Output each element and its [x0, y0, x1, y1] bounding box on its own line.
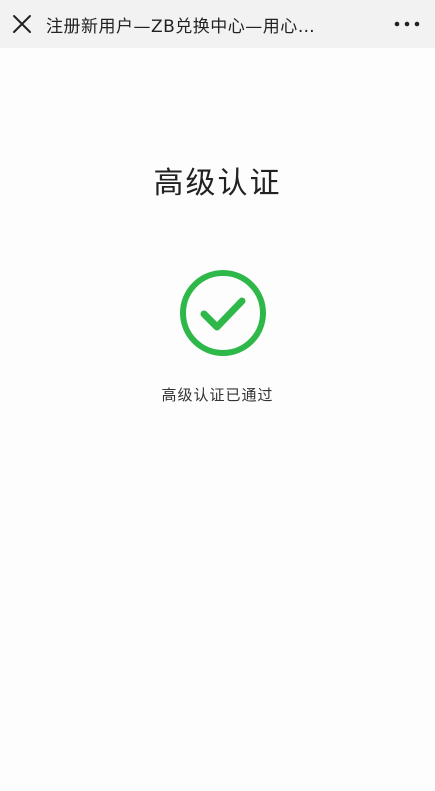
- top-navigation-bar: 注册新用户—ZB兑换中心—用心…: [0, 0, 435, 48]
- more-button[interactable]: [379, 0, 435, 48]
- check-circle-icon: [180, 270, 266, 356]
- page-title: 注册新用户—ZB兑换中心—用心…: [46, 16, 316, 37]
- more-horizontal-icon: [394, 21, 420, 27]
- status-message: 高级认证已通过: [161, 386, 274, 404]
- success-indicator: [178, 268, 268, 358]
- close-icon: [13, 15, 31, 33]
- verification-heading: 高级认证: [153, 166, 282, 201]
- close-button[interactable]: [0, 0, 44, 48]
- page: 注册新用户—ZB兑换中心—用心… 高级认证 高级认证已通过: [0, 0, 435, 791]
